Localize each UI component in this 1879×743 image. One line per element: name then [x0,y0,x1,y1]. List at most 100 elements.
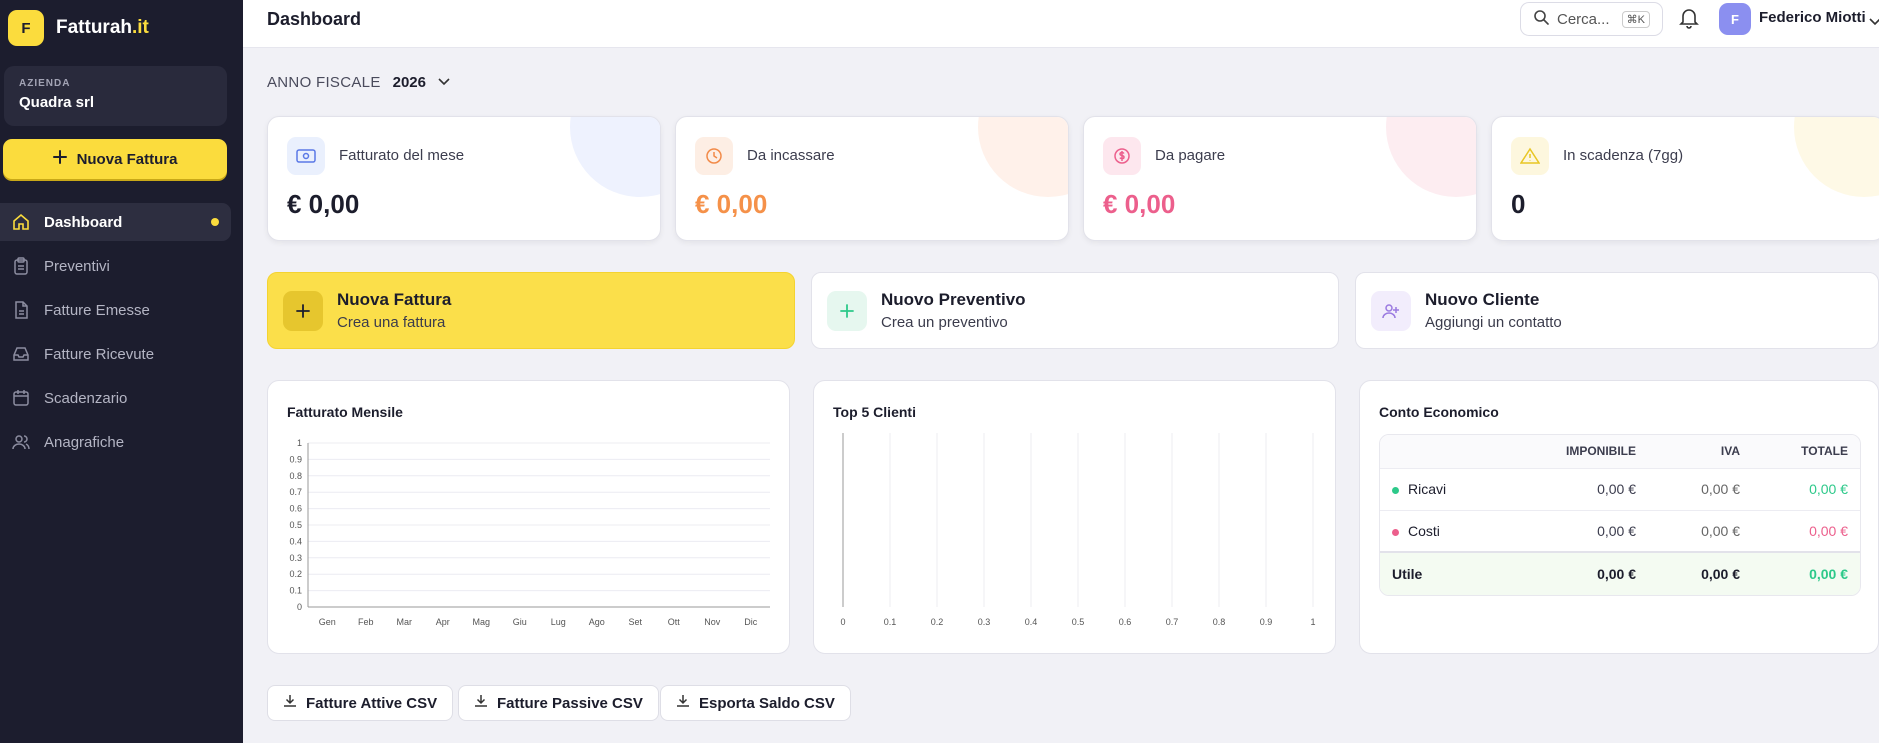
new-invoice-label: Nuova Fattura [76,150,178,168]
income-statement-panel: Conto Economico IMPONIBILE IVA TOTALE Ri… [1359,380,1879,654]
x-tick-label: Dic [744,617,757,627]
cell-imponibile: 0,00 € [1550,467,1648,510]
y-tick-label: 1 [297,438,302,448]
bell-icon[interactable] [1679,7,1699,34]
top-clients-panel: Top 5 Clienti 0 0.1 0.2 0.3 0.4 0.5 0.6 0.7 0.8 0… [813,380,1336,654]
sidebar-item-label: Preventivi [44,257,110,275]
company-label: AZIENDA [19,78,71,89]
sidebar-item-fatture-ricevute[interactable]: Fatture Ricevute [0,335,231,373]
calendar-icon [12,389,30,407]
plus-icon [827,290,867,331]
download-icon [283,694,297,712]
x-tick-label: Mag [472,617,490,627]
x-tick-label: Mar [397,617,413,627]
export-label: Fatture Passive CSV [497,694,643,712]
user-plus-icon [1371,290,1411,331]
active-dot [211,218,219,226]
quick-action-subtitle: Crea un preventivo [881,314,1008,331]
export-passive-invoices-button[interactable]: Fatture Passive CSV [458,685,659,721]
company-name: Quadra srl [19,94,95,111]
x-tick-label: 0.2 [931,617,944,627]
company-selector[interactable]: AZIENDA Quadra srl [4,66,227,126]
sidebar-item-scadenzario[interactable]: Scadenzario [0,379,231,417]
x-tick-label: Feb [358,617,374,627]
y-tick-label: 0.7 [289,487,302,497]
y-tick-label: 0.8 [289,471,302,481]
x-tick-label: Ott [668,617,681,627]
income-statement-table: IMPONIBILE IVA TOTALE Ricavi 0,00 € 0,00… [1379,434,1861,596]
user-name[interactable]: Federico Miotti [1759,9,1866,26]
download-icon [676,694,690,712]
x-tick-label: Ago [589,617,605,627]
quick-action-title: Nuovo Preventivo [881,290,1026,309]
sidebar: F Fatturah.it AZIENDA Quadra srl Nuova F… [0,0,243,743]
column-header-totale: TOTALE [1752,435,1860,468]
plus-icon [283,290,323,331]
sidebar-item-label: Anagrafiche [44,433,125,451]
export-label: Esporta Saldo CSV [699,694,835,712]
x-tick-label: 0.7 [1166,617,1179,627]
stat-card-to-collect: Da incassare € 0,00 [675,116,1069,241]
sidebar-item-anagrafiche[interactable]: Anagrafiche [0,423,231,461]
table-header-empty [1380,435,1550,468]
y-tick-label: 0.4 [289,536,302,546]
warning-icon [1511,137,1549,175]
plus-icon [52,150,67,168]
x-tick-label: Nov [704,617,721,627]
row-label: Costi [1380,509,1550,552]
panel-title: Conto Economico [1379,404,1499,420]
ricavi-dot [1392,486,1399,494]
new-invoice-button[interactable]: Nuova Fattura [3,139,227,179]
chevron-down-icon[interactable] [1868,14,1879,32]
x-tick-label: Gen [319,617,336,627]
stat-card-monthly-revenue: Fatturato del mese € 0,00 [267,116,661,241]
y-tick-label: 0.2 [289,569,302,579]
stat-value: € 0,00 [1103,189,1176,219]
x-tick-label: Giu [513,617,527,627]
x-tick-label: 1 [1310,617,1315,627]
sidebar-item-preventivi[interactable]: Preventivi [0,247,231,285]
quick-action-new-quote[interactable]: Nuovo Preventivo Crea un preventivo [811,272,1339,349]
top-header: Dashboard Cerca... ⌘K F Federico Miotti [243,0,1879,48]
avatar[interactable]: F [1719,3,1751,35]
top-clients-chart: 0 0.1 0.2 0.3 0.4 0.5 0.6 0.7 0.8 0.9 1 [840,433,1316,627]
x-tick-label: 0.8 [1213,617,1226,627]
export-active-invoices-button[interactable]: Fatture Attive CSV [267,685,454,721]
costi-dot [1392,528,1399,536]
cell-iva: 0,00 € [1648,509,1752,552]
x-tick-label: 0 [840,617,845,627]
cell-imponibile: 0,00 € [1550,509,1648,552]
cell-imponibile: 0,00 € [1550,551,1648,595]
quick-action-title: Nuovo Cliente [1425,290,1540,309]
quick-action-new-invoice[interactable]: Nuova Fattura Crea una fattura [267,272,795,349]
card-decoration [1794,117,1879,197]
y-tick-label: 0.3 [289,553,302,563]
users-icon [12,433,30,451]
dollar-icon [1103,137,1141,175]
sidebar-item-label: Fatture Emesse [44,301,150,319]
search-input[interactable]: Cerca... ⌘K [1520,2,1663,36]
stat-value: € 0,00 [695,189,768,219]
chevron-down-icon [438,73,450,91]
table-row-costi: Costi 0,00 € 0,00 € 0,00 € [1380,509,1860,552]
stat-label: In scadenza (7gg) [1563,147,1684,164]
monthly-revenue-panel: Fatturato Mensile 0 0.1 0.2 0.3 0.4 0.5 0.6 0.7… [267,380,790,654]
x-tick-label: 0.5 [1072,617,1085,627]
sidebar-item-dashboard[interactable]: Dashboard [0,203,231,241]
card-decoration [1386,117,1476,197]
clipboard-icon [12,257,30,275]
sidebar-item-fatture-emesse[interactable]: Fatture Emesse [0,291,231,329]
card-decoration [570,117,660,197]
y-tick-label: 0.5 [289,520,302,530]
inbox-icon [12,345,30,363]
fiscal-year-selector[interactable]: ANNO FISCALE 2026 [267,73,450,91]
export-label: Fatture Attive CSV [306,694,438,712]
quick-action-subtitle: Crea una fattura [337,314,446,331]
y-tick-label: 0.6 [289,504,302,514]
column-header-imponibile: IMPONIBILE [1550,435,1648,468]
brand[interactable]: F Fatturah.it [8,10,149,46]
quick-action-new-client[interactable]: Nuovo Cliente Aggiungi un contatto [1355,272,1879,349]
brand-logo: F [8,10,44,46]
row-label: Ricavi [1380,467,1550,510]
export-balance-button[interactable]: Esporta Saldo CSV [660,685,851,721]
